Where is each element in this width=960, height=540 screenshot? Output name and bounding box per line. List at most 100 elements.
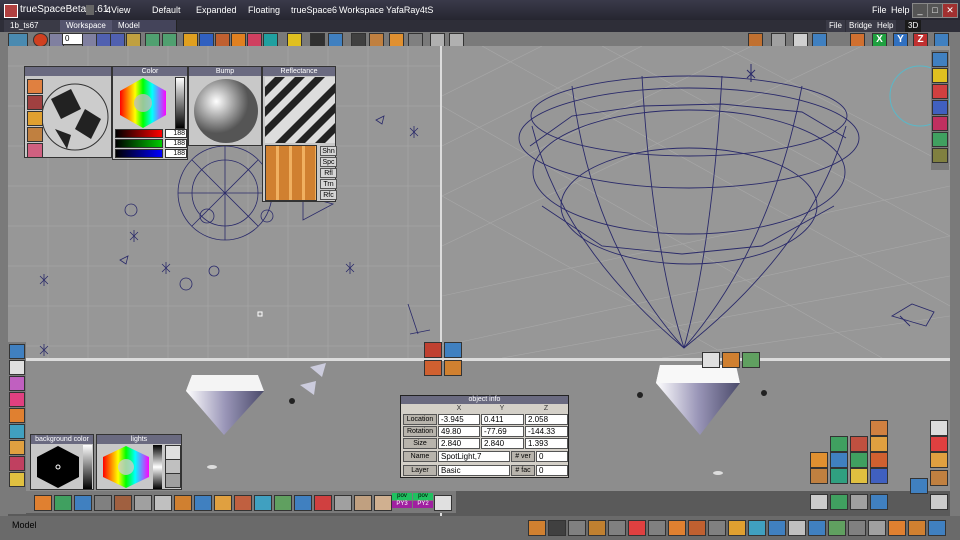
location-y-field[interactable]: 0.411 <box>481 414 524 425</box>
menu-help[interactable]: Help <box>891 3 910 17</box>
br-tool-21-icon[interactable] <box>930 470 948 486</box>
tool-pyramid-icon[interactable] <box>9 376 25 391</box>
br-tool-22-icon[interactable] <box>930 494 948 510</box>
color-hexagon[interactable] <box>117 77 169 129</box>
top-tab-4view[interactable]: 4View <box>106 3 130 17</box>
br-tool-7-icon[interactable] <box>850 452 868 468</box>
reflectance-swatch-grid[interactable] <box>265 145 317 201</box>
br-tool-13-icon[interactable] <box>810 494 828 510</box>
view-grid-icon[interactable] <box>771 33 786 47</box>
right-tool-light-icon[interactable] <box>932 68 948 83</box>
bt-tool-5-icon[interactable] <box>114 495 132 511</box>
reflectance-preview[interactable] <box>265 77 335 143</box>
material-icon[interactable] <box>247 33 262 47</box>
st-tool-5-icon[interactable] <box>608 520 626 536</box>
br-tool-1-icon[interactable] <box>870 420 888 436</box>
rotation-y-field[interactable]: -77.69 <box>481 426 524 437</box>
viewport-control-4-icon[interactable] <box>444 360 462 376</box>
arrow-down-icon[interactable] <box>449 33 464 47</box>
st-tool-1-icon[interactable] <box>528 520 546 536</box>
move-icon[interactable] <box>183 33 198 47</box>
light-intensity-slider[interactable] <box>153 445 162 489</box>
br-tool-15-icon[interactable] <box>850 494 868 510</box>
select-icon[interactable] <box>231 33 246 47</box>
view-tool-select-icon[interactable] <box>702 352 720 368</box>
view-menu-file[interactable]: File <box>826 20 845 32</box>
right-tool-paint-icon[interactable] <box>932 116 948 131</box>
right-tool-nocolor-icon[interactable] <box>932 84 948 99</box>
glue-icon[interactable] <box>369 33 384 47</box>
st-tool-4-icon[interactable] <box>588 520 606 536</box>
face-icon[interactable] <box>374 495 392 511</box>
camera-icon[interactable] <box>812 33 827 47</box>
shininess-button[interactable]: Shn <box>320 146 337 156</box>
doc-tab-model[interactable]: Model <box>112 20 177 32</box>
close-button[interactable]: ✕ <box>942 3 958 18</box>
axis-z-button[interactable]: Z <box>913 33 928 47</box>
layer-select[interactable]: Basic <box>438 465 510 476</box>
viewport-perspective[interactable] <box>442 46 950 358</box>
light-type-2-icon[interactable] <box>165 459 181 474</box>
st-tool-19-icon[interactable] <box>888 520 906 536</box>
view-menu-help[interactable]: Help <box>874 20 897 32</box>
menu-file[interactable]: File <box>872 3 887 17</box>
bt-tool-17-icon[interactable] <box>354 495 372 511</box>
st-tool-16-icon[interactable] <box>828 520 846 536</box>
viewport-control-3-icon[interactable] <box>424 360 442 376</box>
st-tool-17-icon[interactable] <box>848 520 866 536</box>
bt-tool-13-icon[interactable] <box>274 495 292 511</box>
light-color-hexagon[interactable] <box>101 445 151 489</box>
bt-tool-14-icon[interactable] <box>294 495 312 511</box>
rotation-z-field[interactable]: -144.33 <box>525 426 568 437</box>
view-nav-icon[interactable] <box>748 33 763 47</box>
pov-py3-button[interactable]: PY3 <box>392 501 412 508</box>
refraction-button[interactable]: Rfc <box>320 190 337 200</box>
top-tab-expanded[interactable]: Expanded <box>196 3 237 17</box>
bt-tool-9-icon[interactable] <box>194 495 212 511</box>
br-tool-10-icon[interactable] <box>830 468 848 484</box>
material-tool-4-icon[interactable] <box>27 127 43 142</box>
keyframe-icon[interactable] <box>126 33 141 47</box>
minimize-button[interactable]: _ <box>912 3 928 18</box>
st-tool-10-icon[interactable] <box>708 520 726 536</box>
tool-paint-icon[interactable] <box>9 456 25 471</box>
br-tool-6-icon[interactable] <box>830 452 848 468</box>
viewport-control-2-icon[interactable] <box>444 342 462 358</box>
bt-tool-8-icon[interactable] <box>174 495 192 511</box>
location-z-field[interactable]: 2.058 <box>525 414 568 425</box>
light-type-1-icon[interactable] <box>165 445 181 460</box>
top-tab-truespace6[interactable]: trueSpace6 <box>291 3 337 17</box>
view-menu-bridge[interactable]: Bridge <box>846 20 876 32</box>
rotate-icon[interactable] <box>199 33 214 47</box>
arrow-up-icon[interactable] <box>430 33 445 47</box>
step-icon[interactable] <box>82 33 97 47</box>
tool-brush-icon[interactable] <box>9 440 25 455</box>
settings-icon[interactable] <box>934 33 949 47</box>
bt-tool-15-icon[interactable] <box>314 495 332 511</box>
brightness-slider[interactable] <box>175 77 185 129</box>
background-color-swatch[interactable] <box>35 445 81 489</box>
specular-button[interactable]: Spc <box>320 157 337 167</box>
bt-tool-3-icon[interactable] <box>74 495 92 511</box>
size-y-field[interactable]: 2.840 <box>481 438 524 449</box>
br-tool-3-icon[interactable] <box>850 436 868 452</box>
help-icon[interactable] <box>930 436 948 452</box>
location-x-field[interactable]: -3.945 <box>438 414 480 425</box>
unlink-icon[interactable] <box>310 33 325 47</box>
st-tool-21-icon[interactable] <box>928 520 946 536</box>
rotation-x-field[interactable]: 49.80 <box>438 426 480 437</box>
end-icon[interactable] <box>110 33 125 47</box>
play-icon[interactable] <box>96 33 111 47</box>
scale-icon[interactable] <box>215 33 230 47</box>
pov-py2-button[interactable]: PY2 <box>413 501 433 508</box>
frame-counter[interactable]: 0 <box>62 33 84 45</box>
br-tool-16-icon[interactable] <box>870 494 888 510</box>
blue-slider[interactable] <box>115 149 163 158</box>
view-mode-icon[interactable] <box>8 33 28 47</box>
light-type-3-icon[interactable] <box>165 473 181 488</box>
br-tool-12-icon[interactable] <box>870 468 888 484</box>
material-tool-1-icon[interactable] <box>27 79 43 94</box>
br-tool-5-icon[interactable] <box>810 452 828 468</box>
view-menu-3d[interactable]: 3D <box>905 20 922 32</box>
tool-pencil-icon[interactable] <box>9 472 25 487</box>
